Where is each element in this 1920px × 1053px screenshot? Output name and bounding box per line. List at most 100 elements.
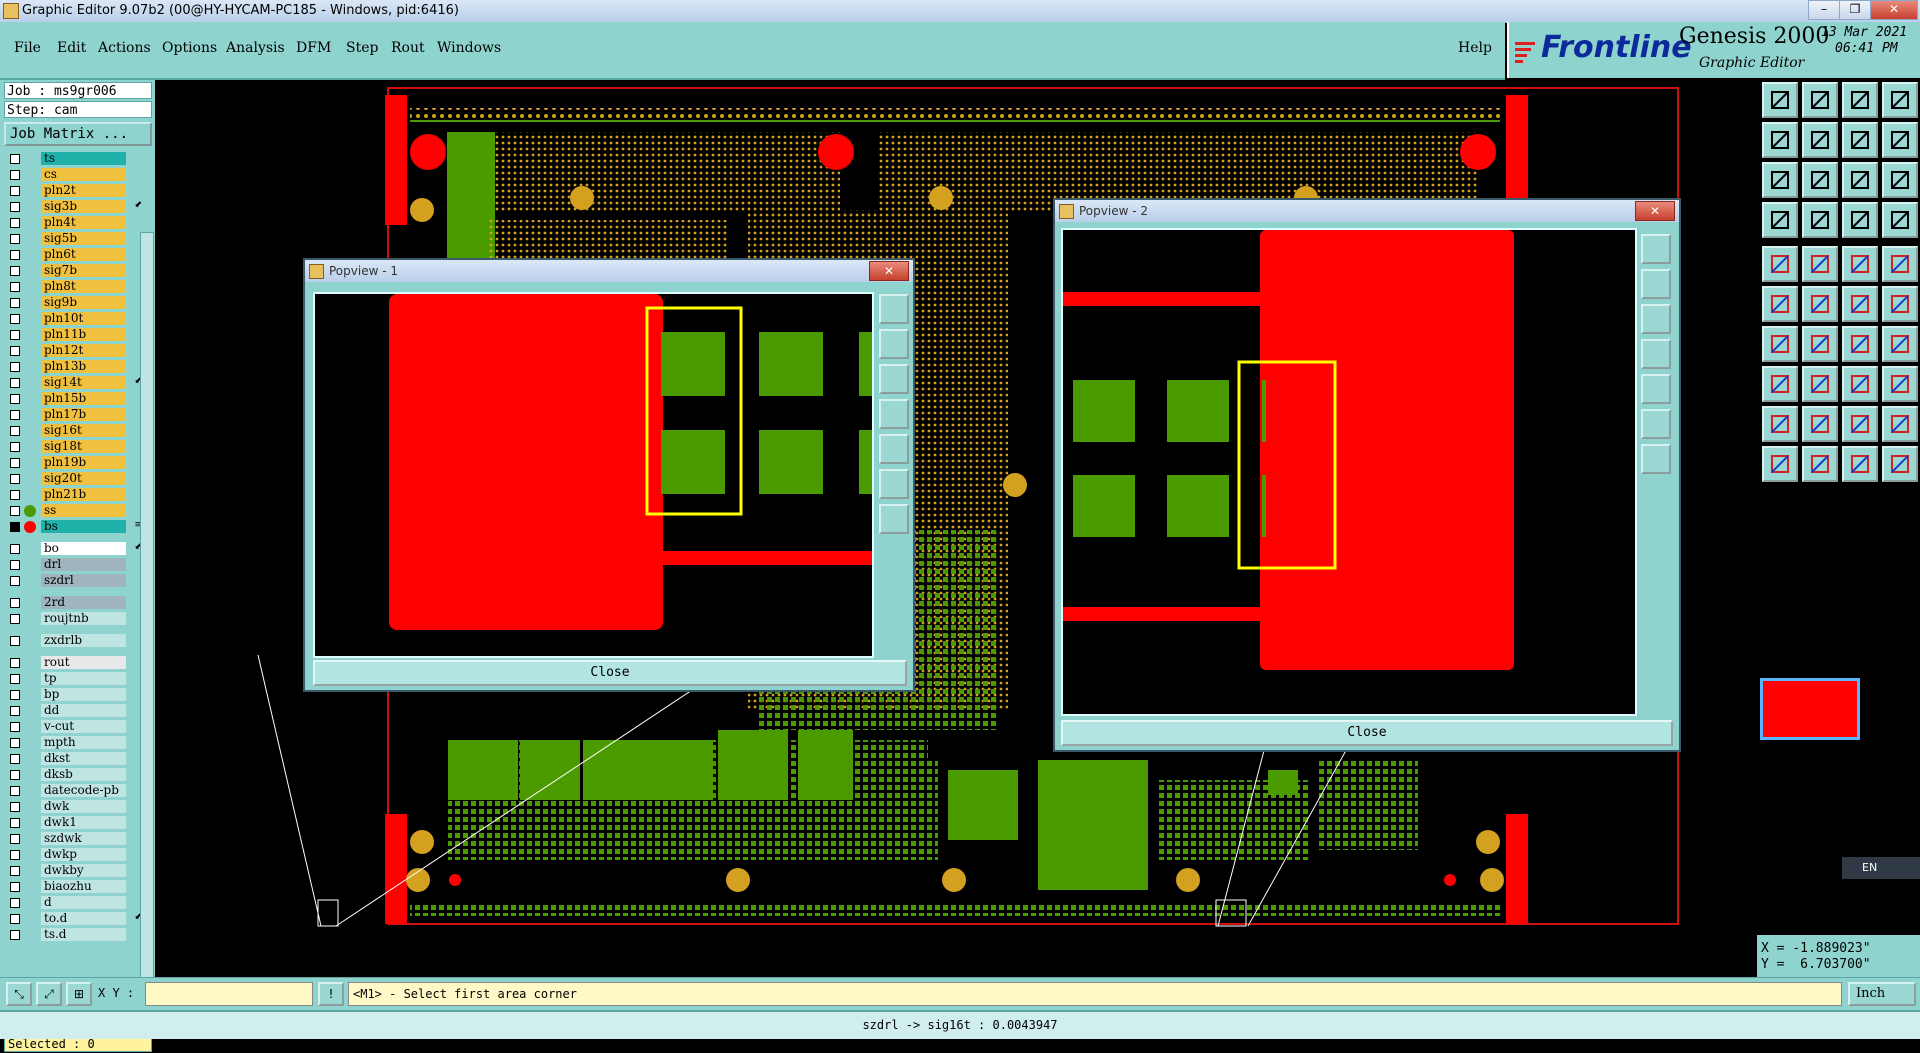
layer-row[interactable]: pln12t [4, 344, 144, 358]
layer-row[interactable]: pln17b [4, 408, 144, 422]
menu-dfm[interactable]: DFM [296, 40, 331, 56]
layer-name[interactable]: pln6t [41, 248, 126, 261]
layer-name[interactable]: pln21b [41, 488, 126, 501]
layer-checkbox[interactable] [10, 298, 20, 308]
layer-row[interactable]: pln6t [4, 248, 144, 262]
layer-checkbox[interactable] [10, 576, 20, 586]
layer-row[interactable]: sig14t ⬋ [4, 376, 144, 390]
layer-checkbox[interactable] [10, 898, 20, 908]
layer-row[interactable]: dwkby [4, 864, 144, 878]
layer-name[interactable]: pln11b [41, 328, 126, 341]
popview-1-titlebar[interactable]: Popview - 1 ✕ [305, 260, 913, 282]
layer-list-scrollbar[interactable] [140, 232, 154, 1028]
layer-name[interactable]: rout [41, 656, 126, 669]
layer-checkbox[interactable] [10, 722, 20, 732]
alert-icon[interactable]: ! [318, 982, 344, 1006]
layer-name[interactable]: ss [41, 504, 126, 517]
layer-checkbox[interactable] [10, 818, 20, 828]
profile-tool-button[interactable] [1842, 406, 1878, 442]
layer-name[interactable]: drl [41, 558, 126, 571]
menu-help[interactable]: Help [1458, 40, 1492, 56]
layer-name[interactable]: pln15b [41, 392, 126, 405]
layer-row[interactable]: drl [4, 558, 144, 572]
layer-name[interactable]: sig9b [41, 296, 126, 309]
layer-name[interactable]: sig5b [41, 232, 126, 245]
layer-name[interactable]: pln17b [41, 408, 126, 421]
popview-pan-down-button[interactable] [1641, 304, 1671, 334]
layer-name[interactable]: mpth [41, 736, 126, 749]
layer-checkbox[interactable] [10, 154, 20, 164]
layer-checkbox[interactable] [10, 410, 20, 420]
layer-name[interactable]: pln19b [41, 456, 126, 469]
restore-button[interactable]: ❐ [1839, 0, 1871, 20]
layer-row[interactable]: datecode-pb [4, 784, 144, 798]
menu-actions[interactable]: Actions [98, 40, 151, 56]
fill-tool-button[interactable] [1882, 246, 1918, 282]
layer-checkbox[interactable] [10, 914, 20, 924]
layer-row[interactable]: ts.d [4, 928, 144, 942]
mirror-tool-button[interactable] [1842, 122, 1878, 158]
layer-row[interactable]: dwk1 [4, 816, 144, 830]
layer-checkbox[interactable] [10, 522, 20, 532]
center-tool-button[interactable] [1802, 162, 1838, 198]
menu-analysis[interactable]: Analysis [226, 40, 285, 56]
move-tool-button[interactable] [1842, 286, 1878, 322]
layer-row[interactable]: dd [4, 704, 144, 718]
layer-row[interactable]: d [4, 896, 144, 910]
layer-checkbox[interactable] [10, 394, 20, 404]
popview-1-close-x[interactable]: ✕ [869, 261, 909, 281]
copy-tool-button[interactable] [1882, 286, 1918, 322]
popview-2-close-button[interactable]: Close [1061, 720, 1673, 746]
layer-checkbox[interactable] [10, 186, 20, 196]
layer-name[interactable]: roujtnb [41, 612, 126, 625]
pan-left-tool-button[interactable] [1762, 122, 1798, 158]
zoom-1to1-tool-button[interactable] [1842, 162, 1878, 198]
layer-checkbox[interactable] [10, 658, 20, 668]
snap-tool-button[interactable] [1762, 202, 1798, 238]
layer-row[interactable]: sig16t [4, 424, 144, 438]
popview-2-window[interactable]: Popview - 2 ✕ Close [1053, 198, 1681, 752]
layer-checkbox[interactable] [10, 282, 20, 292]
layer-row[interactable]: pln21b [4, 488, 144, 502]
layer-row[interactable]: pln11b [4, 328, 144, 342]
layer-name[interactable]: datecode-pb [41, 784, 126, 797]
popview-zoom-button[interactable] [1641, 234, 1671, 264]
layer-row[interactable]: bp [4, 688, 144, 702]
grid-icon[interactable]: ⊞ [66, 982, 92, 1006]
layer-checkbox[interactable] [10, 234, 20, 244]
layer-row[interactable]: pln13b [4, 360, 144, 374]
layer-row[interactable]: dwk [4, 800, 144, 814]
popview-fit-button[interactable] [1641, 409, 1671, 439]
layer-name[interactable]: pln10t [41, 312, 126, 325]
layer-checkbox[interactable] [10, 506, 20, 516]
layer-checkbox[interactable] [10, 474, 20, 484]
popview-pan-up-button[interactable] [1641, 269, 1671, 299]
layer-checkbox[interactable] [10, 598, 20, 608]
layer-name[interactable]: sig20t [41, 472, 126, 485]
minimize-button[interactable]: – [1808, 0, 1840, 20]
layer-row[interactable]: ss [4, 504, 144, 518]
snap-mode-icon[interactable]: ⤡ [6, 982, 32, 1006]
layer-row[interactable]: szdrl [4, 574, 144, 588]
line-edit-tool-button[interactable] [1802, 326, 1838, 362]
add-triangle-tool-button[interactable] [1762, 406, 1798, 442]
layer-checkbox[interactable] [10, 802, 20, 812]
layer-row[interactable]: pln10t [4, 312, 144, 326]
layer-row[interactable]: pln19b [4, 456, 144, 470]
layer-checkbox[interactable] [10, 362, 20, 372]
layer-row[interactable]: dkst [4, 752, 144, 766]
layer-row[interactable]: biaozhu [4, 880, 144, 894]
layer-row[interactable]: ts [4, 152, 144, 166]
layer-name[interactable]: dwk1 [41, 816, 126, 829]
select-arrow-alt-tool-button[interactable] [1802, 446, 1838, 482]
layer-name[interactable]: pln13b [41, 360, 126, 373]
layer-row[interactable]: tp [4, 672, 144, 686]
menu-step[interactable]: Step [346, 40, 378, 56]
layer-checkbox[interactable] [10, 490, 20, 500]
split-tool-button[interactable] [1802, 366, 1838, 402]
bottom-view-tool-button[interactable] [1802, 82, 1838, 118]
layer-row[interactable]: sig5b [4, 232, 144, 246]
layer-checkbox[interactable] [10, 346, 20, 356]
snap-point-tool-button[interactable] [1762, 366, 1798, 402]
job-matrix-button[interactable]: Job Matrix ... [4, 122, 152, 146]
